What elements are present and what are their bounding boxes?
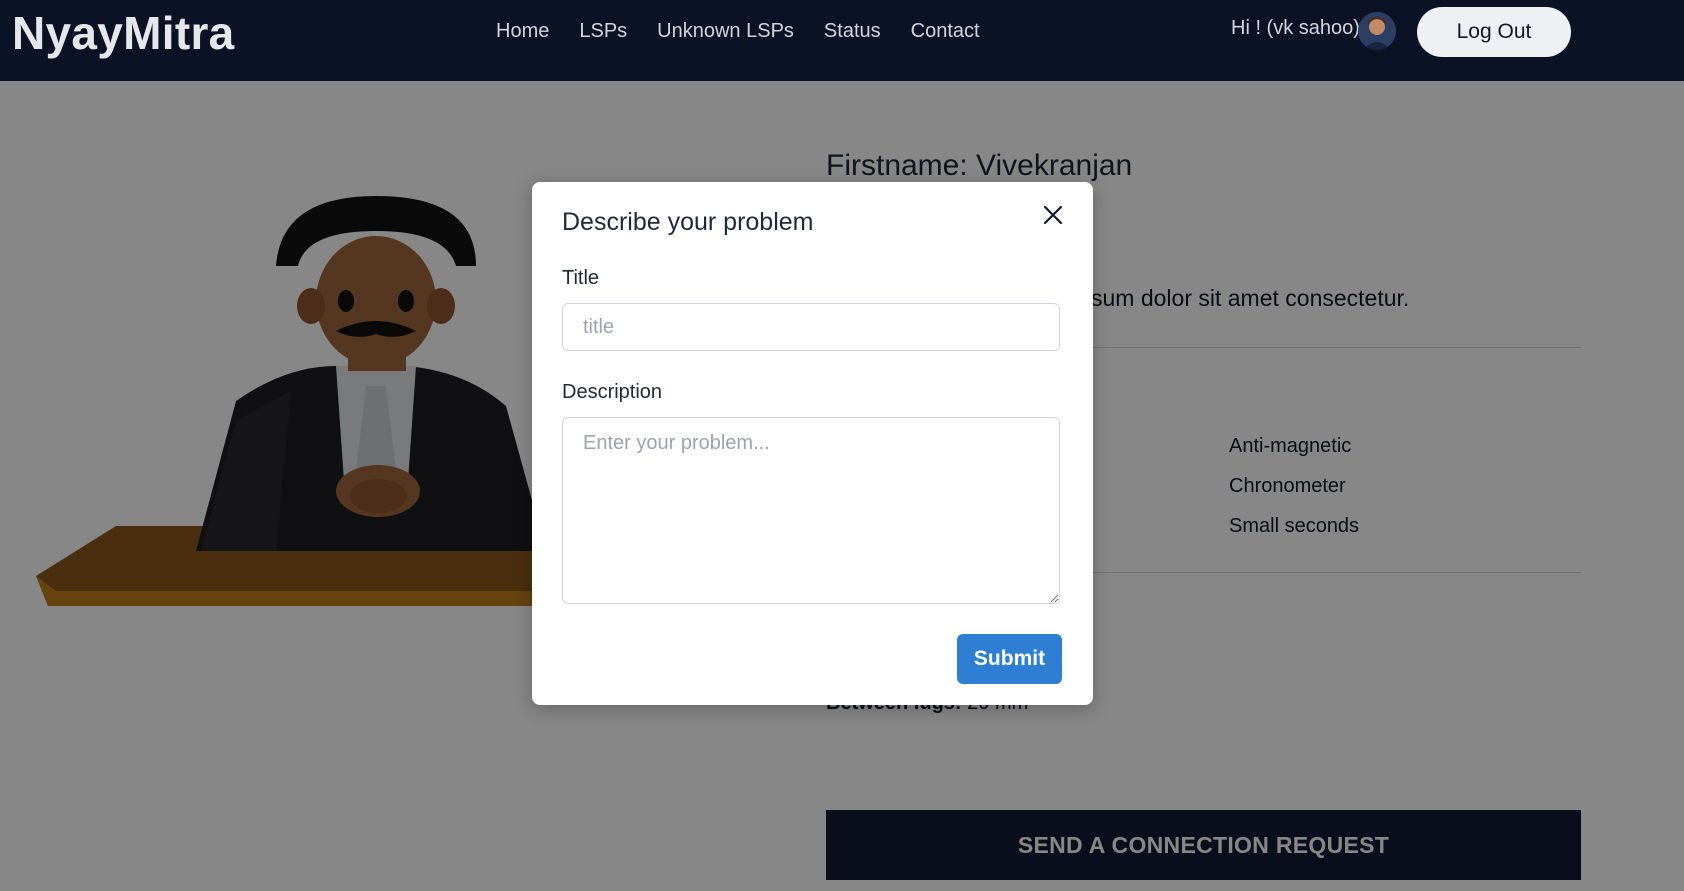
logout-button[interactable]: Log Out: [1417, 7, 1571, 57]
submit-button[interactable]: Submit: [957, 634, 1062, 684]
brand-logo[interactable]: NyayMitra: [12, 6, 235, 60]
close-icon[interactable]: [1040, 202, 1066, 228]
nav-home[interactable]: Home: [496, 20, 549, 43]
modal-title: Describe your problem: [562, 208, 814, 236]
problem-modal: Describe your problem Title Description …: [532, 182, 1093, 705]
nav-status[interactable]: Status: [824, 20, 881, 43]
description-label: Description: [562, 381, 663, 403]
user-greeting: Hi ! (vk sahoo): [1231, 17, 1360, 39]
title-label: Title: [562, 267, 600, 289]
nav-lsps[interactable]: LSPs: [579, 20, 627, 43]
nav-contact[interactable]: Contact: [911, 20, 980, 43]
user-avatar[interactable]: [1358, 12, 1396, 50]
description-textarea[interactable]: [562, 417, 1060, 604]
title-input[interactable]: [562, 303, 1060, 351]
nav-links: Home LSPs Unknown LSPs Status Contact: [496, 20, 980, 43]
navbar: NyayMitra Home LSPs Unknown LSPs Status …: [0, 0, 1684, 81]
nav-unknown-lsps[interactable]: Unknown LSPs: [657, 20, 794, 43]
